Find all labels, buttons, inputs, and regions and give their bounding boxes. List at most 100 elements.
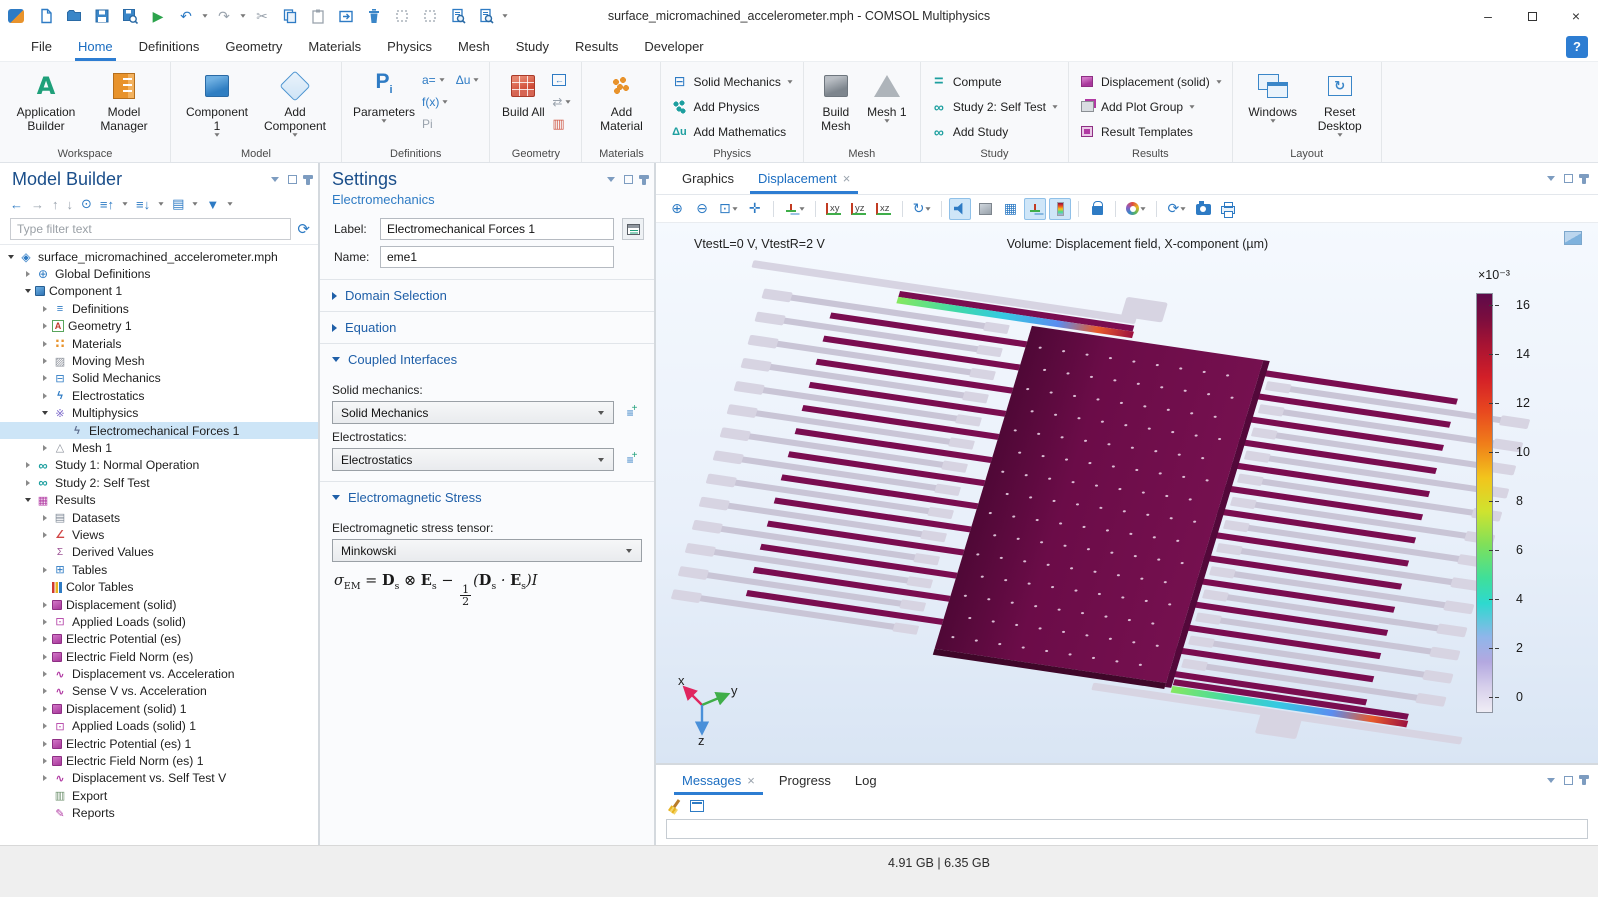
tree-toggle-icon[interactable]: [38, 393, 52, 399]
tree-item[interactable]: ΣDerived Values: [0, 544, 318, 561]
tree-item[interactable]: △Mesh 1: [0, 439, 318, 456]
tree-item[interactable]: ✎Reports: [0, 805, 318, 822]
tree-toggle-icon[interactable]: [38, 532, 52, 538]
color-scheme-button[interactable]: [1123, 198, 1149, 220]
geometry-partition-button[interactable]: ▥: [552, 114, 571, 134]
tree-toggle-icon[interactable]: [38, 375, 52, 381]
tree-toggle-icon[interactable]: [38, 411, 52, 415]
combo-dropdown-icon[interactable]: [593, 458, 609, 462]
tree-item[interactable]: Electric Potential (es) 1: [0, 735, 318, 752]
tree-item[interactable]: ∞Study 1: Normal Operation: [0, 457, 318, 474]
add-mathematics-button[interactable]: ΔuAdd Mathematics: [671, 120, 792, 143]
displacement-plot-button[interactable]: Displacement (solid): [1079, 70, 1222, 93]
tree-toggle-icon[interactable]: [21, 289, 35, 293]
tree-item[interactable]: Electric Potential (es): [0, 631, 318, 648]
tree-item[interactable]: AGeometry 1: [0, 318, 318, 335]
filter-button[interactable]: ▼: [206, 197, 219, 212]
add-study-button[interactable]: ∞Add Study: [931, 120, 1058, 143]
name-field[interactable]: [380, 246, 614, 268]
snapshot-button[interactable]: [1192, 198, 1214, 220]
solid-mechanics-button[interactable]: ⊟Solid Mechanics: [671, 70, 792, 93]
tab-log[interactable]: Log: [843, 765, 889, 795]
tree-item[interactable]: ⊞Tables: [0, 561, 318, 578]
paste-button[interactable]: [306, 5, 330, 27]
panel-menu-icon[interactable]: [1547, 176, 1555, 181]
tab-progress[interactable]: Progress: [767, 765, 843, 795]
plot-area[interactable]: VtestL=0 V, VtestR=2 V Volume: Displacem…: [656, 223, 1598, 763]
close-tab-icon[interactable]: ×: [843, 171, 851, 186]
electrostatics-select[interactable]: Electrostatics: [332, 448, 614, 471]
update-plot-button[interactable]: ⟳: [1164, 198, 1189, 220]
geometry-import-button[interactable]: ←: [552, 70, 571, 90]
compute-button[interactable]: =Compute: [931, 70, 1058, 93]
build-mesh-button[interactable]: Build Mesh: [814, 68, 858, 133]
tab-messages[interactable]: Messages×: [670, 765, 767, 795]
section-equation[interactable]: Equation: [320, 311, 654, 343]
menu-tab-definitions[interactable]: Definitions: [126, 32, 213, 61]
tree-item[interactable]: ⊟Solid Mechanics: [0, 370, 318, 387]
menu-tab-results[interactable]: Results: [562, 32, 631, 61]
menu-tab-mesh[interactable]: Mesh: [445, 32, 503, 61]
result-templates-button[interactable]: Result Templates: [1079, 120, 1222, 143]
label-field[interactable]: [380, 218, 614, 240]
tree-toggle-icon[interactable]: [38, 654, 52, 660]
section-domain-selection[interactable]: Domain Selection: [320, 279, 654, 311]
panel-menu-icon[interactable]: [1547, 778, 1555, 783]
tree-item[interactable]: Displacement (solid): [0, 596, 318, 613]
panel-pin-icon[interactable]: [1582, 174, 1586, 184]
view-yz-button[interactable]: yz: [848, 198, 870, 220]
tree-toggle-icon[interactable]: [21, 462, 35, 468]
tree-item[interactable]: ▨Moving Mesh: [0, 352, 318, 369]
tree-item[interactable]: ∿Displacement vs. Acceleration: [0, 665, 318, 682]
tree-item[interactable]: ⊡Applied Loads (solid): [0, 613, 318, 630]
geometry-sync-button[interactable]: ⇄: [552, 92, 571, 112]
tree-toggle-icon[interactable]: [38, 445, 52, 451]
tree-item[interactable]: ϟElectromechanical Forces 1: [0, 422, 318, 439]
rename-button[interactable]: [622, 218, 644, 240]
close-tab-icon[interactable]: ×: [747, 773, 755, 788]
add-material-button[interactable]: Add Material: [592, 68, 650, 133]
nav-back-button[interactable]: ←: [10, 197, 23, 212]
tree-toggle-icon[interactable]: [38, 758, 52, 764]
close-button[interactable]: ×: [1554, 0, 1598, 32]
expand-button[interactable]: ≡↑: [100, 197, 114, 212]
axis-orientation-button[interactable]: [1024, 198, 1046, 220]
menu-tab-materials[interactable]: Materials: [295, 32, 374, 61]
view-xz-button[interactable]: xz: [873, 198, 895, 220]
reset-desktop-button[interactable]: ↻Reset Desktop: [1309, 68, 1371, 137]
scene-light-button[interactable]: [974, 198, 996, 220]
build-all-button[interactable]: Build All: [500, 68, 546, 119]
tree-item[interactable]: ◈surface_micromachined_accelerometer.mph: [0, 248, 318, 265]
rotate-button[interactable]: ↻: [910, 198, 935, 220]
help-button[interactable]: ?: [1566, 36, 1588, 58]
tree-toggle-icon[interactable]: [21, 480, 35, 486]
deselect-button[interactable]: [418, 5, 442, 27]
menu-tab-home[interactable]: Home: [65, 32, 126, 61]
tree-toggle-icon[interactable]: [38, 706, 52, 712]
tree-item[interactable]: Electric Field Norm (es): [0, 648, 318, 665]
stress-tensor-select[interactable]: Minkowski: [332, 539, 642, 562]
section-coupled-interfaces[interactable]: Coupled Interfaces: [320, 343, 654, 375]
refresh-icon[interactable]: ⟳: [297, 220, 310, 238]
tree-item[interactable]: ϟElectrostatics: [0, 387, 318, 404]
color-legend-button[interactable]: [1049, 198, 1071, 220]
zoom-box-button[interactable]: ⊡: [716, 198, 741, 220]
maximize-button[interactable]: [1510, 0, 1554, 32]
windows-button[interactable]: Windows: [1243, 68, 1303, 123]
cut-button[interactable]: ✂: [250, 5, 274, 27]
tree-toggle-icon[interactable]: [38, 567, 52, 573]
expand-dropdown-icon[interactable]: [122, 202, 127, 205]
tree-toggle-icon[interactable]: [38, 723, 52, 729]
tree-toggle-icon[interactable]: [38, 688, 52, 694]
panel-float-icon[interactable]: [288, 175, 297, 184]
show-button[interactable]: ⊙: [81, 196, 92, 212]
customize-toolbar-icon[interactable]: [502, 14, 507, 17]
solid-mechanics-select[interactable]: Solid Mechanics: [332, 401, 614, 424]
nav-forward-button[interactable]: →: [31, 197, 44, 212]
plot-image-icon[interactable]: [1564, 231, 1582, 245]
tree-item[interactable]: ⊕Global Definitions: [0, 265, 318, 282]
tree-item[interactable]: ∠Views: [0, 526, 318, 543]
tree-item[interactable]: ▦Results: [0, 491, 318, 508]
print-button[interactable]: [1217, 198, 1239, 220]
tree-toggle-icon[interactable]: [21, 498, 35, 502]
